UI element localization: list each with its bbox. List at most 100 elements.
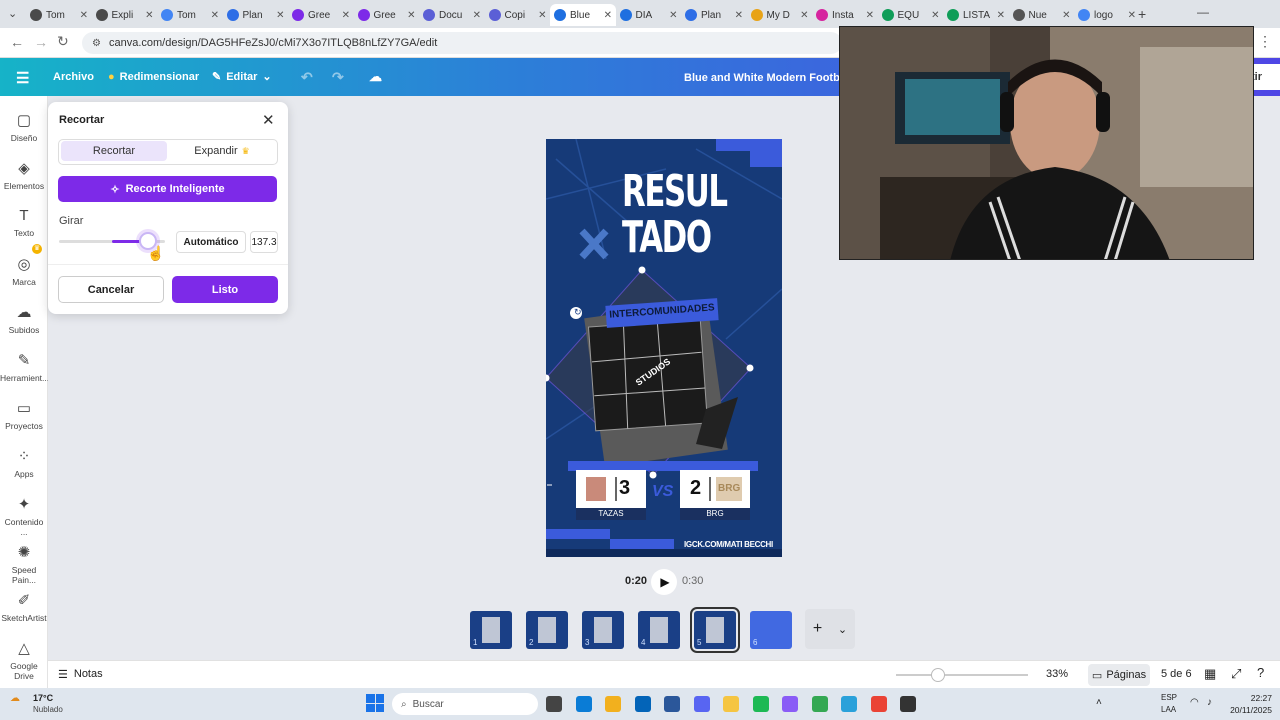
site-info-icon[interactable]: ⚙ [92,38,101,49]
page-thumbnail[interactable]: 2 [526,611,568,649]
store-icon[interactable] [605,696,621,712]
play-button[interactable]: ▶ [651,569,677,595]
browser-tab[interactable]: EQU ✕ [878,4,944,26]
done-button[interactable]: Listo [172,276,278,303]
tab-close-icon[interactable]: ✕ [931,10,939,21]
weather-icon[interactable]: ☁ [10,693,20,704]
tab-close-icon[interactable]: ✕ [1062,10,1070,21]
browser-tab[interactable]: Gree ✕ [354,4,420,26]
rotate-slider[interactable] [59,232,165,250]
browser-tab[interactable]: Nue ✕ [1009,4,1075,26]
tab-close-icon[interactable]: ✕ [276,10,284,21]
rail-item[interactable]: ⁘ Apps [0,447,48,479]
browser-tab[interactable]: Plan ✕ [223,4,289,26]
rail-item[interactable]: T Texto [0,207,48,238]
spotify-icon[interactable] [752,696,769,712]
new-tab-button[interactable]: + [1138,6,1146,22]
rail-item[interactable]: ◎ Marca [0,255,48,287]
back-icon[interactable]: ← [10,34,24,50]
page-thumbnail[interactable]: 6 [750,611,792,649]
notes-button[interactable]: ☰ Notas [58,668,103,681]
browser-tab[interactable]: Tom ✕ [26,4,92,26]
tab-search-chevron-icon[interactable]: ⌄ [8,7,17,20]
forward-icon[interactable]: → [34,34,48,50]
minimize-icon[interactable]: — [1197,5,1209,19]
browser-tab[interactable]: Gree ✕ [288,4,354,26]
outlook-icon[interactable] [634,696,651,712]
browser-tab[interactable]: LISTA ✕ [943,4,1009,26]
edit-menu[interactable]: ✎ Editar ⌄ [212,70,272,84]
page-thumbnail[interactable]: 3 [582,611,624,649]
language-code[interactable]: ESP [1161,693,1177,702]
help-icon[interactable]: ? [1257,665,1264,680]
tab-close-icon[interactable]: ✕ [211,10,219,21]
page-thumbnail[interactable]: 4 [638,611,680,649]
grid-view-icon[interactable]: ▦ [1204,666,1216,682]
tab-close-icon[interactable]: ✕ [342,10,350,21]
browser-tab[interactable]: logo ✕ [1074,4,1140,26]
tab-close-icon[interactable]: ✕ [80,10,88,21]
rail-item[interactable]: ✺ Speed Pain... [0,543,48,585]
browser-tab[interactable]: Plan ✕ [681,4,747,26]
cancel-button[interactable]: Cancelar [58,276,164,303]
tab-close-icon[interactable]: ✕ [604,10,612,21]
edge-icon[interactable] [575,696,592,712]
browser-tab[interactable]: Insta ✕ [812,4,878,26]
tab-close-icon[interactable]: ✕ [997,10,1005,21]
close-icon[interactable]: ✕ [262,111,275,129]
rail-item[interactable]: ▢ Diseño [0,111,48,143]
address-bar[interactable]: ⚙ canva.com/design/DAG5HFeZsJ0/cMi7X3o7I… [82,32,842,54]
task-view-icon[interactable] [546,696,562,712]
fullscreen-icon[interactable]: ⤢ [1231,666,1241,682]
rotate-handle-icon[interactable]: ↻ [574,307,582,318]
tab-close-icon[interactable]: ✕ [407,10,415,21]
rail-item[interactable]: ✎ Herramient... [0,351,49,383]
tab-expand[interactable]: Expandir ♛ [169,141,275,161]
browser-tab[interactable]: Blue ✕ [550,4,616,26]
tab-close-icon[interactable]: ✕ [669,10,677,21]
copilot-icon[interactable] [782,696,798,712]
browser-tab[interactable]: My D ✕ [747,4,813,26]
file-menu[interactable]: Archivo [53,71,94,83]
volume-icon[interactable]: ♪ [1207,697,1212,708]
undo-icon[interactable]: ↶ [301,69,313,86]
telegram-icon[interactable] [841,696,857,712]
chrome-profile-icon[interactable] [870,696,887,712]
rail-item[interactable]: ◈ Elementos [0,159,48,191]
design-title[interactable]: Blue and White Modern Football M [684,72,864,84]
wifi-icon[interactable]: ◠ [1190,697,1199,708]
tab-close-icon[interactable]: ✕ [735,10,743,21]
page-thumbnail[interactable]: 5 [690,607,740,653]
auto-rotate-button[interactable]: Automático [176,231,246,253]
word-icon[interactable] [664,696,680,712]
rail-item[interactable]: ▭ Proyectos [0,399,48,431]
add-page-button[interactable]: + ⌄ [805,609,855,649]
resize-button[interactable]: ● Redimensionar [108,71,199,83]
explorer-icon[interactable] [723,696,739,712]
rail-item[interactable]: ✐ SketchArtist [0,591,48,623]
chrome-icon[interactable] [811,696,828,712]
windows-start-icon[interactable] [366,694,384,712]
menu-icon[interactable]: ☰ [16,69,29,87]
reload-icon[interactable]: ↻ [57,33,69,50]
tab-close-icon[interactable]: ✕ [473,10,481,21]
browser-tab[interactable]: DIA ✕ [616,4,682,26]
tab-close-icon[interactable]: ✕ [800,10,808,21]
pages-toggle[interactable]: ▭ Páginas [1088,664,1150,686]
browser-tab[interactable]: Expli ✕ [92,4,158,26]
clock-time[interactable]: 22:27 [1228,693,1272,703]
tab-close-icon[interactable]: ✕ [1128,10,1136,21]
zoom-level[interactable]: 33% [1046,668,1068,680]
tab-crop[interactable]: Recortar [61,141,167,161]
rail-item[interactable]: ✦ Contenido ... [0,495,48,537]
browser-tab[interactable]: Tom ✕ [157,4,223,26]
cloud-save-icon[interactable]: ☁ [369,69,382,85]
zoom-slider[interactable] [896,668,1028,682]
redo-icon[interactable]: ↷ [332,69,344,86]
rail-item[interactable]: ☁ Subidos [0,303,48,335]
discord-icon[interactable] [693,696,710,712]
page-thumbnail[interactable]: 1 [470,611,512,649]
browser-menu-icon[interactable]: ⋮ [1258,33,1272,50]
tab-close-icon[interactable]: ✕ [145,10,153,21]
browser-tab[interactable]: Copi ✕ [485,4,551,26]
